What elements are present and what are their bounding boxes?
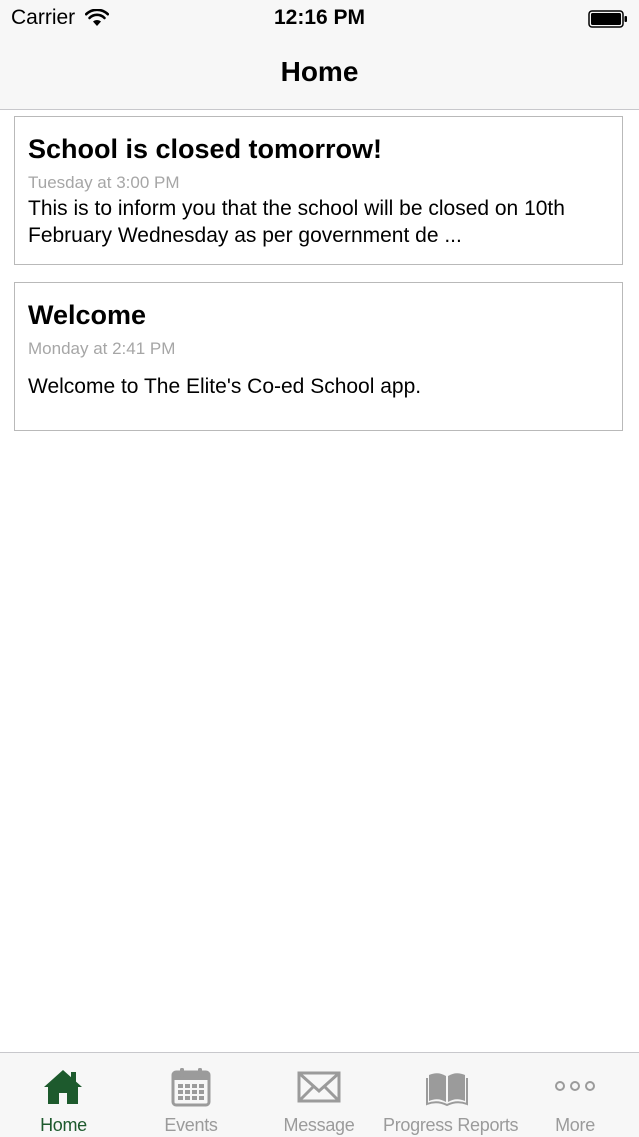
tab-label: Message: [283, 1115, 355, 1135]
book-icon: [426, 1073, 468, 1107]
status-bar: Carrier 12:16 PM: [0, 0, 639, 40]
post-title: School is closed tomorrow!: [28, 134, 383, 164]
tab-label: Progress Reports: [383, 1115, 519, 1135]
tab-events[interactable]: Events: [127, 1053, 255, 1137]
more-dots-icon: [555, 1081, 595, 1091]
post-timestamp: Tuesday at 3:00 PM: [28, 173, 180, 192]
tab-label: Events: [164, 1115, 218, 1135]
post-body: Welcome to The Elite's Co-ed School app.: [28, 375, 422, 398]
post-body: This is to inform you that the school wi…: [28, 197, 565, 247]
calendar-icon: [171, 1068, 211, 1107]
post-card[interactable]: School is closed tomorrow! Tuesday at 3:…: [14, 116, 623, 265]
tab-home[interactable]: Home: [0, 1053, 127, 1137]
tab-message[interactable]: Message: [255, 1053, 383, 1137]
post-timestamp: Monday at 2:41 PM: [28, 339, 176, 358]
tab-bar: Home Events Message Progress Reports Mor…: [0, 1052, 639, 1137]
battery-icon: [588, 10, 627, 28]
navigation-bar: Home: [0, 40, 639, 110]
tab-label: More: [555, 1115, 595, 1135]
tab-label: Home: [40, 1115, 87, 1135]
tab-progress-reports[interactable]: Progress Reports: [383, 1053, 519, 1137]
post-card[interactable]: Welcome Monday at 2:41 PM Welcome to The…: [14, 282, 623, 431]
status-time: 12:16 PM: [273, 6, 366, 29]
envelope-icon: [297, 1071, 341, 1103]
post-title: Welcome: [28, 300, 147, 330]
tab-more[interactable]: More: [511, 1053, 639, 1137]
page-title: Home: [280, 56, 359, 87]
home-icon: [44, 1070, 82, 1104]
